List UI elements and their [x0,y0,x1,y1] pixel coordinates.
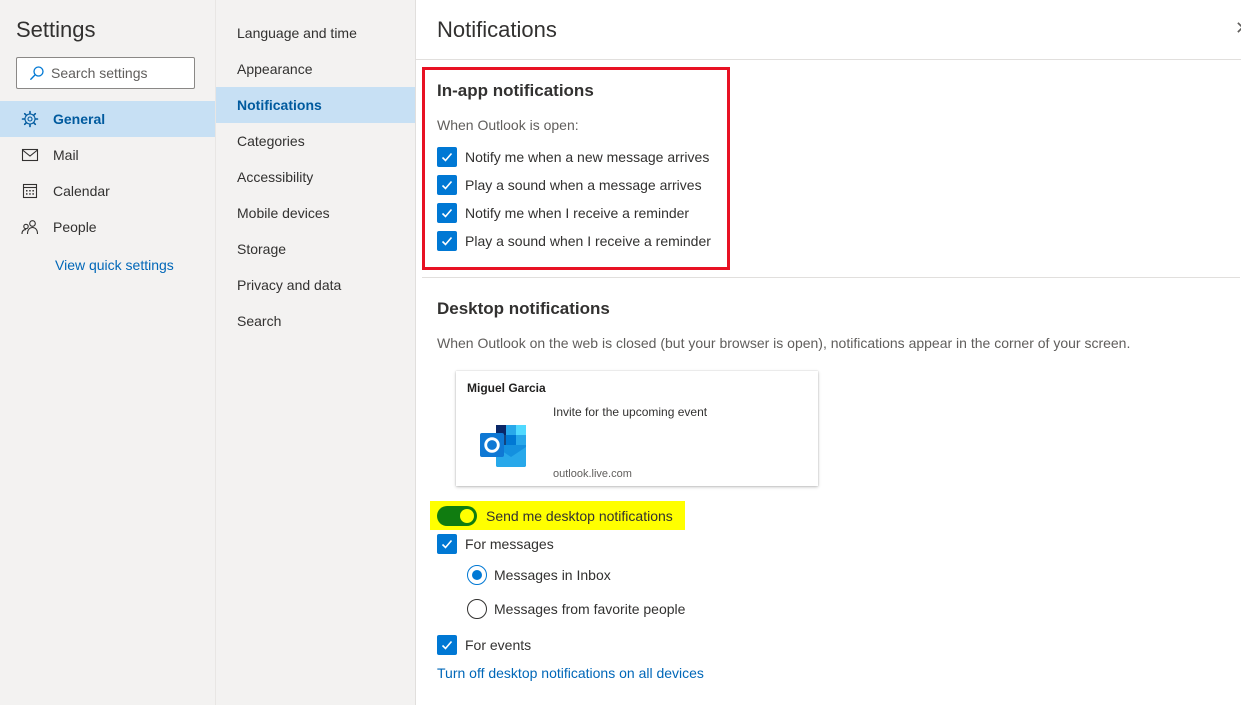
toggle-switch[interactable] [437,506,477,526]
messages-in-inbox-radio[interactable]: Messages in Inbox [467,565,611,585]
checkbox-label: For messages [465,536,554,552]
checkbox-label: Play a sound when I receive a reminder [465,233,711,249]
section-divider [422,277,1240,278]
turn-off-desktop-notifications-link[interactable]: Turn off desktop notifications on all de… [437,665,704,681]
desktop-notification-preview: Miguel Garcia Invite for the upcoming ev… [456,371,818,486]
category-mail[interactable]: Mail [0,137,215,173]
desktop-notifications-title: Desktop notifications [437,299,610,318]
mail-icon [0,148,53,162]
checkmark-icon [437,635,457,655]
checkbox-label: Notify me when a new message arrives [465,149,710,165]
checkmark-icon [437,203,457,223]
notify-new-message-checkbox[interactable]: Notify me when a new message arrives [437,147,709,167]
checkmark-icon [437,231,457,251]
preview-message: Invite for the upcoming event [553,405,708,419]
search-settings-box[interactable] [16,57,195,89]
checkbox-label: Notify me when I receive a reminder [465,205,690,221]
messages-from-favorites-radio[interactable]: Messages from favorite people [467,599,685,619]
checkmark-icon [437,147,457,167]
notify-reminder-checkbox[interactable]: Notify me when I receive a reminder [437,203,689,223]
radio-button[interactable] [467,599,487,619]
outlook-logo-icon [480,425,526,467]
in-app-notifications-title: In-app notifications [437,81,594,100]
panel-title: Notifications [437,17,557,42]
subsection-notifications[interactable]: Notifications [216,87,415,123]
calendar-icon [0,183,53,199]
preview-domain: outlook.live.com [553,468,632,480]
notifications-panel: Notifications ✕ In-app notifications Whe… [415,0,1241,705]
category-label: General [53,111,106,127]
settings-subsection-pane: Language and time Appearance Notificatio… [215,0,415,705]
search-settings-input[interactable] [51,65,181,81]
preview-sender: Miguel Garcia [467,381,546,395]
radio-label: Messages from favorite people [494,601,686,617]
toggle-label: Send me desktop notifications [486,508,673,524]
radio-button[interactable] [467,565,487,585]
category-label: People [53,219,97,235]
checkbox-label: Play a sound when a message arrives [465,177,702,193]
subsection-categories[interactable]: Categories [216,123,415,159]
subsection-accessibility[interactable]: Accessibility [216,159,415,195]
desktop-notifications-toggle[interactable]: Send me desktop notifications [437,506,673,526]
checkbox-label: For events [465,637,532,653]
play-sound-reminder-checkbox[interactable]: Play a sound when I receive a reminder [437,231,711,251]
for-messages-checkbox[interactable]: For messages [437,534,554,554]
close-icon[interactable]: ✕ [1235,18,1241,39]
checkmark-icon [437,534,457,554]
category-general[interactable]: General [0,101,215,137]
settings-category-pane: Settings General [0,0,215,705]
gear-icon [0,110,53,128]
for-events-checkbox[interactable]: For events [437,635,531,655]
radio-label: Messages in Inbox [494,567,611,583]
subsection-mobile-devices[interactable]: Mobile devices [216,195,415,231]
header-divider [416,59,1241,60]
subsection-storage[interactable]: Storage [216,231,415,267]
settings-title: Settings [16,17,96,42]
in-app-notifications-description: When Outlook is open: [437,117,579,133]
view-quick-settings-link[interactable]: View quick settings [55,257,174,273]
subsection-language-and-time[interactable]: Language and time [216,15,415,51]
checkmark-icon [437,175,457,195]
search-icon [30,66,44,80]
category-label: Mail [53,147,79,163]
toggle-knob [460,509,474,523]
subsection-search[interactable]: Search [216,303,415,339]
category-people[interactable]: People [0,209,215,245]
subsection-privacy-and-data[interactable]: Privacy and data [216,267,415,303]
desktop-notifications-description: When Outlook on the web is closed (but y… [437,335,1131,351]
subsection-appearance[interactable]: Appearance [216,51,415,87]
category-label: Calendar [53,183,110,199]
play-sound-message-checkbox[interactable]: Play a sound when a message arrives [437,175,702,195]
category-calendar[interactable]: Calendar [0,173,215,209]
people-icon [0,219,53,235]
